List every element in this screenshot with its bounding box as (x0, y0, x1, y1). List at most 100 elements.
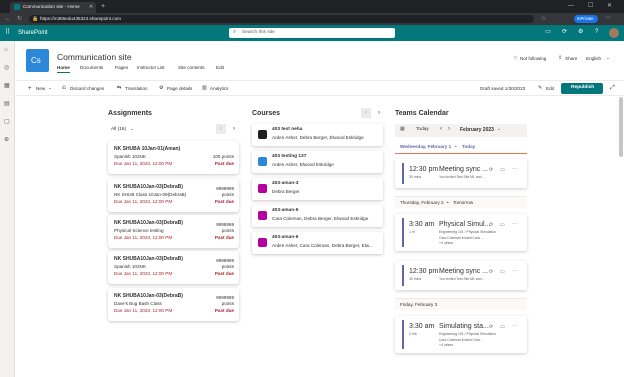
video-icon[interactable]: ▭ (500, 325, 505, 330)
calendar-event[interactable]: 3:30 am 1 hr Physical Simul... Engineeri… (395, 214, 527, 251)
site-logo[interactable]: Cs (26, 49, 49, 72)
site-search-box[interactable]: ⌕ Search this site (229, 28, 395, 38)
assignment-class: NK SHUB Class 10Jan-09(DebraB) (114, 192, 187, 197)
course-card[interactable]: 403-aman-3 Debra Berger (252, 178, 383, 200)
nav-pages[interactable]: Pages (115, 65, 128, 71)
more-options-icon[interactable]: ⋯ (512, 269, 517, 274)
video-icon[interactable]: ▭ (500, 223, 505, 228)
calendar-today-button[interactable]: Today (416, 127, 429, 133)
assignment-card[interactable]: NK SHUBA10Jan-03(DebraB) NK SHUB Class 1… (108, 179, 239, 212)
nav-documents[interactable]: Documents (80, 65, 103, 71)
inprivate-badge[interactable]: InPrivate (574, 15, 598, 23)
maximize-icon[interactable]: ☐ (588, 3, 593, 9)
chevron-right-icon[interactable]: › (229, 124, 239, 134)
chevron-down-icon[interactable]: ⌄ (497, 126, 501, 132)
user-avatar[interactable] (609, 28, 619, 38)
course-card[interactable]: 403 test neha Arden Asher, Debra Berger,… (252, 124, 383, 146)
chevron-right-icon[interactable]: › (448, 126, 450, 132)
settings-icon[interactable]: ⚙ (578, 29, 583, 35)
app-launcher-icon[interactable]: ⠿ (5, 29, 10, 36)
event-color-bar (402, 163, 404, 184)
assignment-card[interactable]: NK SHUBA10Jan-03(DebraB) Spanish 102NK 9… (108, 251, 239, 284)
sites-icon[interactable]: ▦ (4, 83, 10, 89)
calendar-heading: Teams Calendar (395, 110, 449, 117)
close-tab-icon[interactable]: ✕ (89, 5, 93, 10)
nav-edit[interactable]: Edit (216, 65, 224, 71)
share-button[interactable]: Share (565, 56, 577, 62)
calendar-event[interactable]: 3:30 am 2 hrs Simulating sta... Engineer… (395, 316, 527, 353)
event-time: 3:30 am (409, 323, 435, 330)
calendar-month-label[interactable]: February 2023 (460, 128, 494, 133)
gear-icon: ⚙ (159, 85, 164, 91)
browser-tab[interactable]: Communication site - Home ✕ (10, 2, 96, 13)
site-title[interactable]: Communication site (57, 53, 132, 62)
video-icon[interactable]: ▭ (500, 270, 505, 275)
favorites-icon[interactable]: ☆ (541, 16, 546, 22)
suite-app-name[interactable]: SharePoint (18, 30, 48, 36)
chevron-right-icon[interactable]: › (374, 108, 384, 118)
files-icon[interactable]: ▢ (4, 119, 10, 125)
nav-site-contents[interactable]: Site contents (178, 65, 205, 71)
assignment-card[interactable]: NK SHUBA10Jan-03(DebraB) Physical Scienc… (108, 215, 239, 248)
language-select[interactable]: English (586, 56, 601, 62)
chat-icon[interactable]: ▭ (545, 29, 551, 35)
course-name: 403 testing 137 (272, 154, 307, 159)
refresh-icon[interactable]: ↻ (17, 16, 22, 22)
globe-icon[interactable]: ◎ (4, 65, 9, 71)
assignments-filter[interactable]: All (16) (111, 127, 126, 133)
new-button[interactable]: New (36, 86, 45, 92)
discard-changes-button[interactable]: Discard changes (70, 86, 104, 92)
more-options-icon[interactable]: ⋯ (512, 324, 517, 329)
translation-icon: ⇆ (117, 85, 122, 91)
page-details-button[interactable]: Page details (167, 86, 192, 92)
browser-menu-icon[interactable]: ⋯ (605, 15, 611, 21)
edit-button[interactable]: Edit (546, 86, 554, 92)
event-time: 12:30 pm (409, 268, 439, 275)
follow-button[interactable]: Not following (520, 56, 546, 62)
nav-instructor-list[interactable]: Instructor List (137, 65, 165, 71)
course-card[interactable]: 403 testing 137 Arden Asher, Elwood Eskr… (252, 151, 383, 173)
chevron-down-icon[interactable]: ⌄ (48, 85, 52, 91)
course-icon (258, 211, 267, 220)
new-tab-icon[interactable]: + (101, 3, 105, 10)
minimize-icon[interactable]: — (568, 3, 574, 9)
calendar-event[interactable]: 12:30 pm 30 mins Meeting sync ... You in… (395, 261, 527, 290)
inprivate-label: InPrivate (577, 16, 594, 21)
assignment-card[interactable]: NK SHUBA10Jan-03(DebraB) Dave's Bug Bash… (108, 288, 239, 321)
event-attendee-count: +4 others (439, 241, 454, 245)
chevron-left-icon[interactable]: ‹ (361, 108, 371, 118)
more-options-icon[interactable]: ⋯ (512, 222, 517, 227)
sync-icon[interactable]: ⟳ (562, 29, 567, 35)
star-icon[interactable]: ☆ (513, 56, 517, 61)
page-scrollbar[interactable] (619, 97, 623, 157)
assignment-due: Due Jan 11, 2023, 12:00 PM (114, 235, 173, 240)
assignment-points: 9999999 points (216, 222, 234, 234)
translation-button[interactable]: Translation (125, 86, 148, 92)
back-icon[interactable]: ← (5, 16, 11, 22)
more-options-icon[interactable]: ⋯ (512, 167, 517, 172)
chevron-left-icon[interactable]: ‹ (216, 124, 226, 134)
assignment-card[interactable]: NK SHUBA 10Jan-01(Aman) Spanish 102NK 10… (108, 141, 239, 174)
share-icon[interactable]: ⇪ (558, 56, 562, 61)
nav-home[interactable]: Home (57, 65, 70, 71)
course-card[interactable]: 403-aman-6 Arden Asher, Cara Coleman, De… (252, 232, 383, 254)
analytics-button[interactable]: Analytics (210, 86, 228, 92)
chevron-down-icon[interactable]: ⌄ (130, 126, 134, 132)
help-icon[interactable]: ? (595, 29, 598, 35)
course-card[interactable]: 403-aman-5 Cara Coleman, Debra Berger, E… (252, 205, 383, 227)
expand-icon[interactable]: ⤢ (610, 85, 615, 91)
create-icon[interactable]: ⊕ (4, 137, 9, 143)
url-field[interactable]: 🔒 https://m365edu435324.sharepoint.com (29, 15, 534, 23)
sync-icon: ⟳ (489, 222, 494, 228)
close-window-icon[interactable]: ✕ (607, 3, 612, 9)
calendar-event[interactable]: 12:30 pm 30 mins Meeting sync ... You in… (395, 159, 527, 188)
republish-button[interactable]: Republish (561, 83, 603, 94)
day-separator: • (455, 144, 457, 149)
chevron-left-icon[interactable]: ‹ (440, 126, 442, 132)
calendar-icon: ▦ (400, 126, 405, 132)
home-icon[interactable]: ⌂ (4, 47, 8, 53)
video-icon[interactable]: ▭ (500, 168, 505, 173)
news-icon[interactable]: ▤ (4, 101, 10, 107)
event-time: 3:30 am (409, 221, 435, 228)
assignment-status: Past due (214, 161, 234, 166)
